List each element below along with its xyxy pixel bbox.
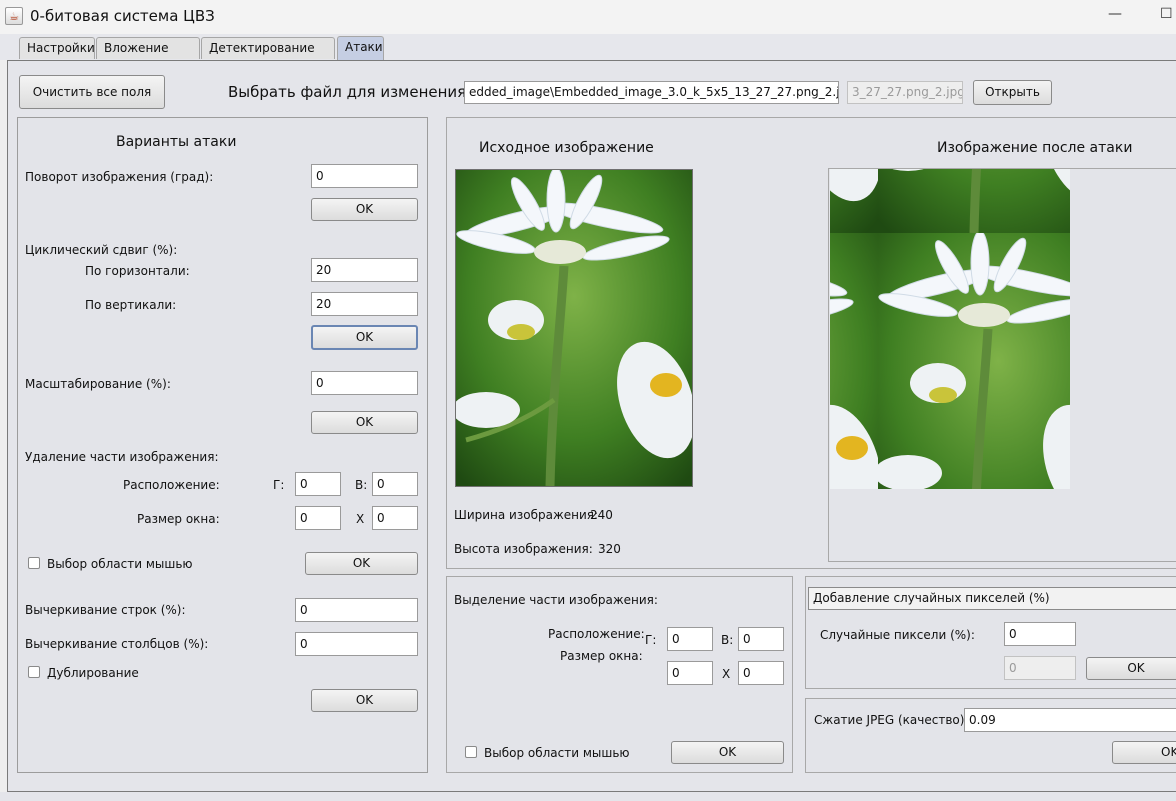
open-file-button[interactable]: Открыть <box>973 80 1052 105</box>
attacked-flower-image <box>830 169 1070 489</box>
window-title: 0-битовая система ЦВЗ <box>30 7 215 25</box>
select-height-input[interactable]: 0 <box>738 661 784 685</box>
shift-vertical-label: По вертикали: <box>85 298 177 312</box>
random-pixels-input[interactable]: 0 <box>1004 622 1076 646</box>
remove-mouse-checkbox[interactable] <box>28 557 40 569</box>
image-height-label: Высота изображения: <box>454 542 593 556</box>
select-g-label: Г: <box>645 633 657 647</box>
shift-vertical-input[interactable]: 20 <box>311 292 418 316</box>
remove-x-label: X <box>356 512 365 526</box>
attacked-image-title: Изображение после атаки <box>937 140 1133 156</box>
random-pixels-disabled-input: 0 <box>1004 656 1076 680</box>
original-flower-image <box>456 170 692 486</box>
scale-label: Масштабирование (%): <box>25 377 171 391</box>
random-pixels-label: Случайные пиксели (%): <box>820 628 975 642</box>
scale-ok-button[interactable]: OK <box>311 411 418 434</box>
remove-height-input[interactable]: 0 <box>372 506 418 530</box>
cyclic-shift-label: Циклический сдвиг (%): <box>25 243 178 257</box>
select-ok-button[interactable]: OK <box>671 741 784 764</box>
remove-v-label: В: <box>355 478 368 492</box>
file-path-secondary-input: 3_27_27.png_2.jpg <box>847 81 963 104</box>
attacked-image <box>830 169 1070 489</box>
remove-part-label: Удаление части изображения: <box>25 450 219 464</box>
window-bottom <box>0 792 1176 801</box>
select-g-input[interactable]: 0 <box>667 627 713 651</box>
shift-horizontal-label: По горизонтали: <box>85 264 190 278</box>
strike-rows-label: Вычеркивание строк (%): <box>25 603 186 617</box>
strike-cols-input[interactable]: 0 <box>295 632 418 656</box>
attack-type-dropdown[interactable]: Добавление случайных пикселей (%) <box>808 587 1176 610</box>
strike-rows-input[interactable]: 0 <box>295 598 418 622</box>
remove-ok-button[interactable]: OK <box>305 552 418 575</box>
select-width-input[interactable]: 0 <box>667 661 713 685</box>
select-position-label: Расположение: <box>548 627 645 641</box>
select-size-label: Размер окна: <box>560 649 643 663</box>
java-app-icon: ☕ <box>5 7 23 25</box>
tab-detection[interactable]: Детектирование ЦВЗ <box>201 37 335 76</box>
remove-g-label: Г: <box>273 478 285 492</box>
jpeg-quality-label: Сжатие JPEG (качество): <box>814 713 969 727</box>
image-height-value: 320 <box>598 542 621 556</box>
attack-options-title: Варианты атаки <box>116 134 237 150</box>
select-v-label: В: <box>721 633 734 647</box>
choose-file-label: Выбрать файл для изменения: <box>228 83 472 101</box>
duplicate-label: Дублирование <box>47 666 139 680</box>
remove-v-input[interactable]: 0 <box>372 472 418 496</box>
original-image-title: Исходное изображение <box>479 140 654 156</box>
original-image <box>455 169 693 487</box>
remove-g-input[interactable]: 0 <box>295 472 341 496</box>
rotation-input[interactable]: 0 <box>311 164 418 188</box>
tab-attacks[interactable]: Атаки <box>337 36 384 60</box>
tab-settings[interactable]: Настройки <box>19 37 95 59</box>
select-x-label: X <box>722 667 731 681</box>
shift-ok-button[interactable]: OK <box>311 325 418 350</box>
strike-cols-label: Вычеркивание столбцов (%): <box>25 637 209 651</box>
jpeg-quality-input[interactable]: 0.09 <box>964 708 1176 732</box>
remove-size-label: Размер окна: <box>137 512 220 526</box>
duplicate-checkbox[interactable] <box>28 666 40 678</box>
select-v-input[interactable]: 0 <box>738 627 784 651</box>
strike-ok-button[interactable]: OK <box>311 689 418 712</box>
random-pixels-ok-button[interactable]: OK <box>1086 657 1176 680</box>
tab-embedding[interactable]: Вложение ЦВЗ <box>96 37 200 76</box>
rotation-label: Поворот изображения (град): <box>25 170 214 184</box>
shift-horizontal-input[interactable]: 20 <box>311 258 418 282</box>
jpeg-ok-button[interactable]: OK <box>1112 741 1176 764</box>
select-mouse-label: Выбор области мышью <box>484 746 630 760</box>
clear-all-fields-button[interactable]: Очистить все поля <box>19 75 165 109</box>
select-mouse-checkbox[interactable] <box>465 746 477 758</box>
file-path-input[interactable]: edded_image\Embedded_image_3.0_k_5x5_13_… <box>464 81 839 104</box>
image-width-label: Ширина изображения: <box>454 508 599 522</box>
maximize-button[interactable]: ☐ <box>1160 6 1173 22</box>
scale-input[interactable]: 0 <box>311 371 418 395</box>
image-width-value: 240 <box>590 508 613 522</box>
remove-position-label: Расположение: <box>123 478 220 492</box>
remove-width-input[interactable]: 0 <box>295 506 341 530</box>
minimize-button[interactable]: — <box>1108 6 1122 22</box>
rotation-ok-button[interactable]: OK <box>311 198 418 221</box>
select-part-label: Выделение части изображения: <box>454 593 658 607</box>
remove-mouse-label: Выбор области мышью <box>47 557 193 571</box>
